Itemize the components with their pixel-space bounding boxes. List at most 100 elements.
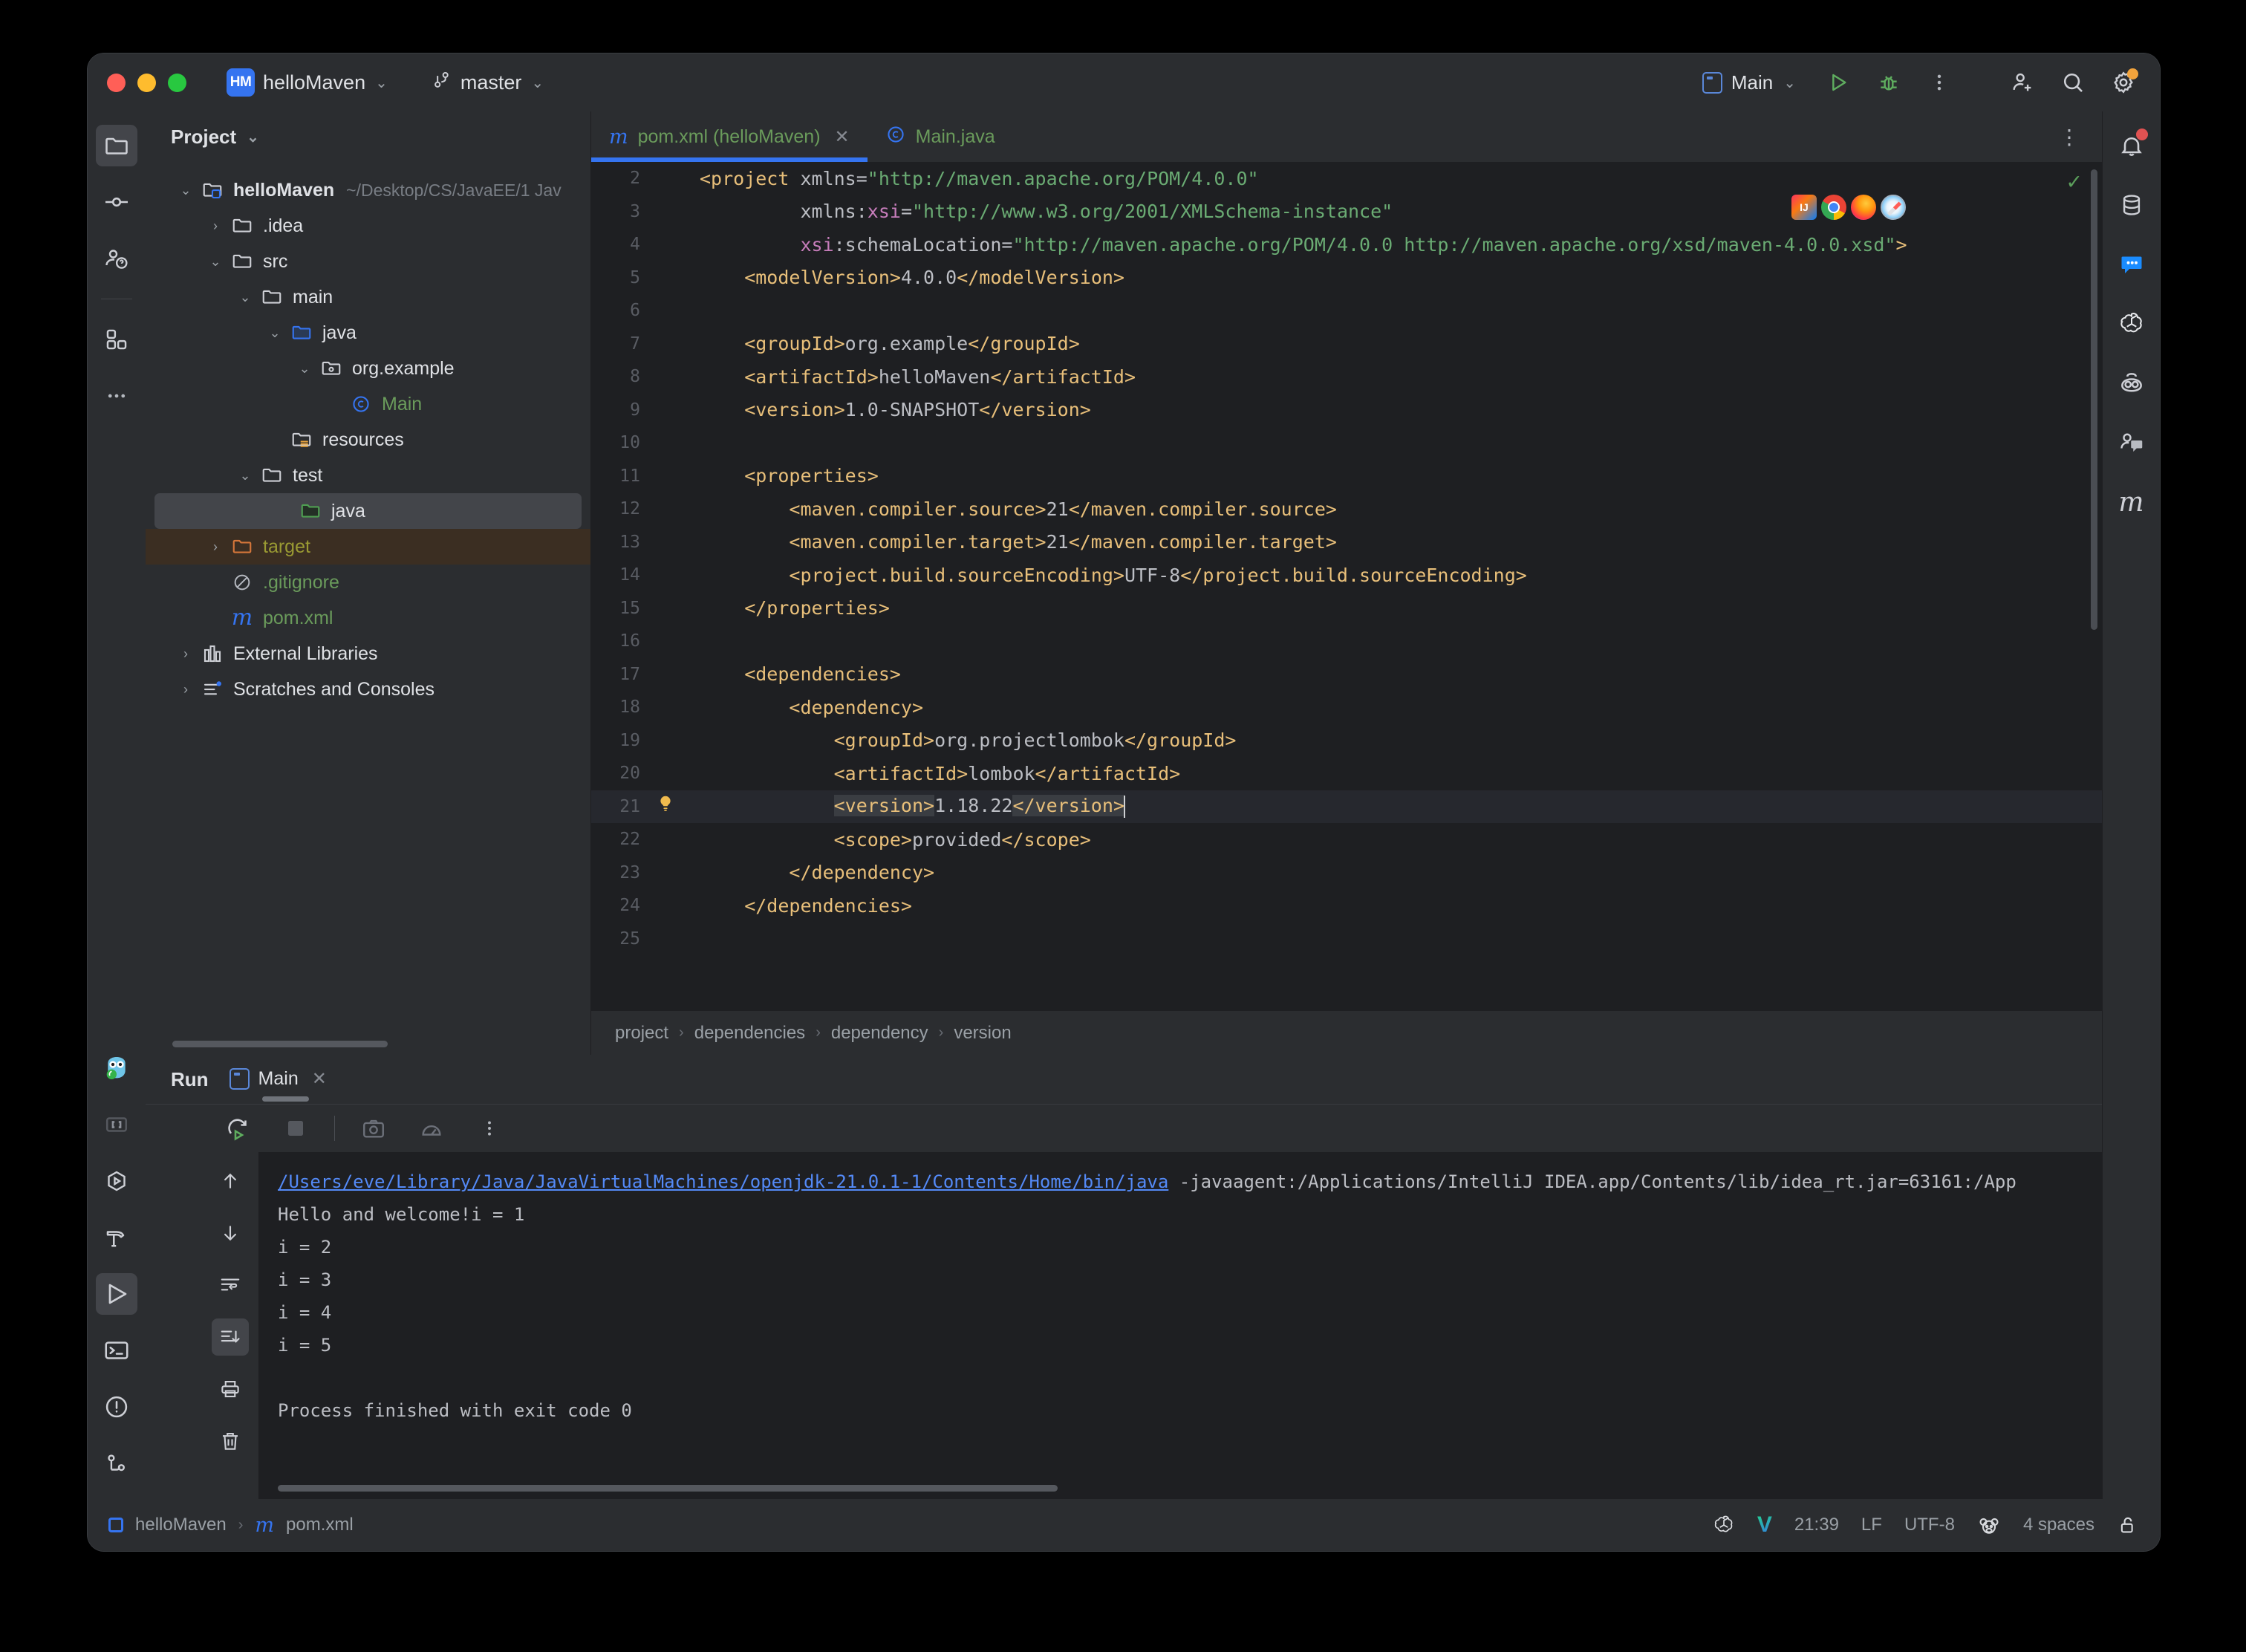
- code-line[interactable]: 16: [591, 625, 2102, 658]
- editor-breadcrumbs[interactable]: project›dependencies›dependency›version: [591, 1010, 2102, 1055]
- project-selector[interactable]: HM helloMaven ⌄: [219, 64, 395, 101]
- run-configuration-selector[interactable]: Main ⌄: [1693, 68, 1805, 98]
- soft-wrap-button[interactable]: [212, 1266, 249, 1304]
- firefox-icon[interactable]: [1851, 195, 1876, 220]
- print-button[interactable]: [212, 1370, 249, 1408]
- tab-pom-xml[interactable]: m pom.xml (helloMaven) ✕: [591, 111, 868, 162]
- code-line[interactable]: 2<project xmlns="http://maven.apache.org…: [591, 162, 2102, 195]
- code-line[interactable]: 11 <properties>: [591, 460, 2102, 493]
- vim-icon[interactable]: V: [1757, 1512, 1772, 1538]
- code-line[interactable]: 18 <dependency>: [591, 691, 2102, 724]
- editor-vertical-scrollbar[interactable]: [2091, 169, 2097, 630]
- add-user-button[interactable]: [2005, 65, 2040, 100]
- debug-button[interactable]: [1872, 65, 1906, 100]
- open-in-browser-icons[interactable]: IJ: [1791, 195, 1906, 220]
- sidebar-item-project[interactable]: [96, 125, 137, 166]
- code-line[interactable]: 12 <maven.compiler.source>21</maven.comp…: [591, 492, 2102, 526]
- run-more-button[interactable]: [470, 1109, 509, 1148]
- project-tree-horizontal-scrollbar[interactable]: [172, 1041, 388, 1047]
- sidebar-item-notifications[interactable]: [2111, 125, 2152, 166]
- code-line[interactable]: 13 <maven.compiler.target>21</maven.comp…: [591, 526, 2102, 559]
- sidebar-item-terminal[interactable]: [96, 1330, 137, 1371]
- sidebar-item-problems[interactable]: [96, 1386, 137, 1428]
- tree-item-hellomaven[interactable]: ⌄helloMaven~/Desktop/CS/JavaEE/1 Jav: [146, 172, 590, 208]
- run-button[interactable]: [1821, 65, 1855, 100]
- breadcrumb-item[interactable]: dependencies: [694, 1023, 805, 1044]
- project-panel-header[interactable]: Project ⌄: [146, 111, 590, 162]
- scroll-to-end-button[interactable]: [212, 1318, 249, 1356]
- tree-item-main[interactable]: ⌄main: [146, 279, 590, 315]
- settings-button[interactable]: [2106, 65, 2141, 100]
- expand-arrow-icon[interactable]: ›: [202, 218, 229, 234]
- expand-arrow-icon[interactable]: ⌄: [232, 290, 258, 305]
- tab-main-java[interactable]: Main.java: [868, 111, 1013, 162]
- openai-icon[interactable]: [1713, 1514, 1735, 1536]
- editor-tabs-more-button[interactable]: ⋮: [2051, 111, 2087, 162]
- lock-icon[interactable]: [2117, 1514, 2139, 1536]
- safari-icon[interactable]: [1881, 195, 1906, 220]
- sidebar-item-assistant-chat[interactable]: [2111, 422, 2152, 464]
- sidebar-item-ai-assistant[interactable]: [96, 238, 137, 279]
- sidebar-item-structure[interactable]: [96, 319, 137, 360]
- sidebar-item-openai[interactable]: [2111, 303, 2152, 345]
- close-window-button[interactable]: [107, 74, 126, 92]
- sidebar-item-git[interactable]: [96, 1443, 137, 1484]
- search-everywhere-button[interactable]: [2056, 65, 2090, 100]
- status-indent[interactable]: 4 spaces: [2023, 1515, 2094, 1535]
- run-tab-main[interactable]: Main ✕: [230, 1068, 327, 1091]
- code-line[interactable]: 24 </dependencies>: [591, 889, 2102, 923]
- screenshot-button[interactable]: [354, 1109, 393, 1148]
- tree-item-main[interactable]: Main: [146, 386, 590, 422]
- sidebar-item-build[interactable]: [96, 1217, 137, 1258]
- stop-button[interactable]: [276, 1109, 315, 1148]
- sidebar-item-chat[interactable]: [2111, 244, 2152, 285]
- code-line[interactable]: 14 <project.build.sourceEncoding>UTF-8</…: [591, 559, 2102, 592]
- tree-item-target[interactable]: ›target: [146, 529, 590, 565]
- status-breadcrumb-file[interactable]: pom.xml: [286, 1515, 354, 1535]
- code-line[interactable]: 19 <groupId>org.projectlombok</groupId>: [591, 724, 2102, 758]
- code-line[interactable]: 15 </properties>: [591, 592, 2102, 625]
- code-line[interactable]: 23 </dependency>: [591, 856, 2102, 890]
- code-line[interactable]: 22 <scope>provided</scope>: [591, 823, 2102, 856]
- maximize-window-button[interactable]: [168, 74, 186, 92]
- status-line-separator[interactable]: LF: [1861, 1515, 1882, 1535]
- sidebar-item-maven[interactable]: m: [2111, 481, 2152, 523]
- tree-item-resources[interactable]: resources: [146, 422, 590, 458]
- expand-arrow-icon[interactable]: ⌄: [261, 325, 288, 341]
- code-line[interactable]: 20 <artifactId>lombok</artifactId>: [591, 757, 2102, 790]
- tree-item--gitignore[interactable]: .gitignore: [146, 565, 590, 600]
- sidebar-item-run[interactable]: [96, 1273, 137, 1315]
- sidebar-item-copilot[interactable]: [2111, 362, 2152, 404]
- console-output[interactable]: /Users/eve/Library/Java/JavaVirtualMachi…: [258, 1152, 2102, 1499]
- tree-item-org-example[interactable]: ⌄org.example: [146, 351, 590, 386]
- scroll-up-button[interactable]: [212, 1162, 249, 1200]
- code-line[interactable]: 9 <version>1.0-SNAPSHOT</version>: [591, 394, 2102, 427]
- lightbulb-icon[interactable]: [643, 794, 688, 819]
- sidebar-item-database[interactable]: [2111, 184, 2152, 226]
- code-line[interactable]: 17 <dependencies>: [591, 658, 2102, 692]
- branch-selector[interactable]: master ⌄: [424, 65, 551, 101]
- jvm-path-link[interactable]: /Users/eve/Library/Java/JavaVirtualMachi…: [278, 1171, 1168, 1192]
- console-horizontal-scrollbar[interactable]: [278, 1485, 1058, 1492]
- sidebar-item-owl-plugin[interactable]: [96, 1047, 137, 1089]
- sidebar-item-more[interactable]: [96, 375, 137, 417]
- close-icon[interactable]: ✕: [312, 1068, 327, 1090]
- status-encoding[interactable]: UTF-8: [1904, 1515, 1955, 1535]
- tree-item-pom-xml[interactable]: mpom.xml: [146, 600, 590, 636]
- expand-arrow-icon[interactable]: ⌄: [172, 183, 199, 198]
- profiler-button[interactable]: [412, 1109, 451, 1148]
- tree-item--idea[interactable]: ›.idea: [146, 208, 590, 244]
- tree-item-java[interactable]: ⌄java: [146, 315, 590, 351]
- minimize-window-button[interactable]: [137, 74, 156, 92]
- expand-arrow-icon[interactable]: ⌄: [232, 468, 258, 484]
- tree-item-scratches-and-consoles[interactable]: ›Scratches and Consoles: [146, 671, 590, 707]
- sidebar-item-brackets[interactable]: [96, 1104, 137, 1145]
- more-actions-button[interactable]: [1922, 65, 1956, 100]
- close-icon[interactable]: ✕: [835, 126, 850, 148]
- expand-arrow-icon[interactable]: ⌄: [202, 254, 229, 270]
- sidebar-item-commit[interactable]: [96, 181, 137, 223]
- code-line[interactable]: 21 <version>1.18.22</version>: [591, 790, 2102, 824]
- intellij-icon[interactable]: IJ: [1791, 195, 1817, 220]
- tree-item-java[interactable]: java: [154, 493, 582, 529]
- sidebar-item-run-anything[interactable]: [96, 1160, 137, 1202]
